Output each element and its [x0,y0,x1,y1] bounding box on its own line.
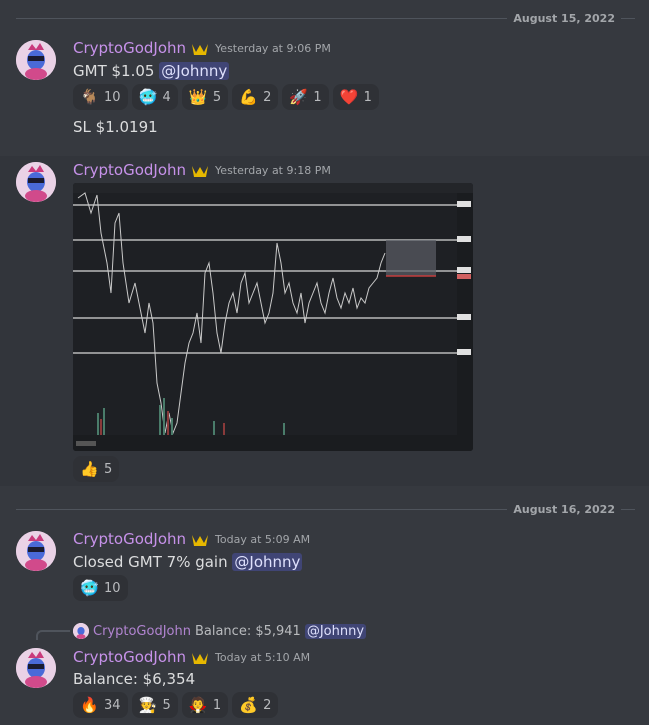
message-text: Balance: $6,354 [73,670,196,688]
reaction-thumbs-up[interactable]: 👍 5 [73,456,120,482]
date-divider-label: August 15, 2022 [513,11,615,25]
date-divider: August 15, 2022 [16,11,635,25]
money-bag-icon: 💰 [239,695,258,714]
timestamp[interactable]: Yesterday at 9:18 PM [215,164,331,177]
goat-icon: 🐐 [80,87,99,106]
user-mention[interactable]: @Johnny [159,62,230,80]
reaction-money-bag[interactable]: 💰 2 [232,692,279,718]
chart-image-attachment[interactable] [73,183,473,451]
avatar[interactable] [16,531,56,571]
vampire-icon: 🧛 [188,695,208,714]
date-divider: August 16, 2022 [16,502,635,516]
message-text: Closed GMT 7% gain [73,553,228,571]
message-content: Closed GMT 7% gain @Johnny [73,553,303,571]
reply-spine [36,630,70,640]
message-followup-text: SL $1.0191 [73,118,158,136]
rocket-icon: 🚀 [289,87,309,106]
message: CryptoGodJohn Today at 5:09 AM Closed GM… [0,525,649,605]
reaction-rocket[interactable]: 🚀 1 [282,84,329,110]
username[interactable]: CryptoGodJohn [73,161,186,179]
avatar[interactable] [16,40,56,80]
reaction-bar: 🐐 10 🥶 4 👑 5 💪 2 🚀 1 ❤️ 1 [73,84,379,110]
reply-text: Balance: $5,941 [194,623,301,639]
heart-icon: ❤️ [339,87,359,106]
crown-icon: 👑 [188,87,208,106]
cold-face-icon: 🥶 [80,578,99,597]
reaction-vampire[interactable]: 🧛 1 [181,692,229,718]
crown-badge-icon [191,532,209,546]
reaction-bar: 🥶 10 [73,575,128,601]
timestamp[interactable]: Today at 5:10 AM [215,651,310,664]
reaction-fire[interactable]: 🔥 34 [73,692,128,718]
reaction-muscle[interactable]: 💪 2 [232,84,279,110]
timestamp[interactable]: Today at 5:09 AM [215,533,310,546]
crown-badge-icon [191,650,209,664]
muscle-icon: 💪 [239,87,258,106]
thumbs-up-icon: 👍 [80,459,99,478]
reaction-cold-face[interactable]: 🥶 10 [73,575,128,601]
avatar[interactable] [16,648,56,688]
username[interactable]: CryptoGodJohn [73,530,186,548]
crown-badge-icon [191,163,209,177]
cook-icon: 🧑‍🍳 [138,695,158,714]
reaction-cold-face[interactable]: 🥶 4 [131,84,178,110]
username[interactable]: CryptoGodJohn [73,39,186,57]
timestamp[interactable]: Yesterday at 9:06 PM [215,42,331,55]
message: CryptoGodJohn Yesterday at 9:18 PM 👍 5 [0,156,649,486]
username[interactable]: CryptoGodJohn [73,648,186,666]
reaction-cook[interactable]: 🧑‍🍳 5 [131,692,178,718]
message: CryptoGodJohn Yesterday at 9:06 PM GMT $… [0,34,649,144]
reaction-bar: 🔥 34 🧑‍🍳 5 🧛 1 💰 2 [73,692,279,718]
message: CryptoGodJohn Balance: $5,941 @Johnny Cr… [0,620,649,725]
message-content: GMT $1.05 @Johnny [73,62,230,80]
avatar[interactable] [16,162,56,202]
reaction-crown[interactable]: 👑 5 [181,84,229,110]
reply-avatar [73,623,89,639]
crown-badge-icon [191,41,209,55]
cold-face-icon: 🥶 [138,87,158,106]
user-mention[interactable]: @Johnny [232,553,303,571]
fire-icon: 🔥 [80,695,99,714]
reply-mention[interactable]: @Johnny [304,623,367,639]
reaction-goat[interactable]: 🐐 10 [73,84,128,110]
message-text: GMT $1.05 [73,62,155,80]
reply-reference[interactable]: CryptoGodJohn Balance: $5,941 @Johnny [36,622,367,640]
reply-username[interactable]: CryptoGodJohn [93,624,191,639]
reaction-heart[interactable]: ❤️ 1 [332,84,379,110]
reaction-bar: 👍 5 [73,456,120,482]
date-divider-label: August 16, 2022 [513,502,615,516]
